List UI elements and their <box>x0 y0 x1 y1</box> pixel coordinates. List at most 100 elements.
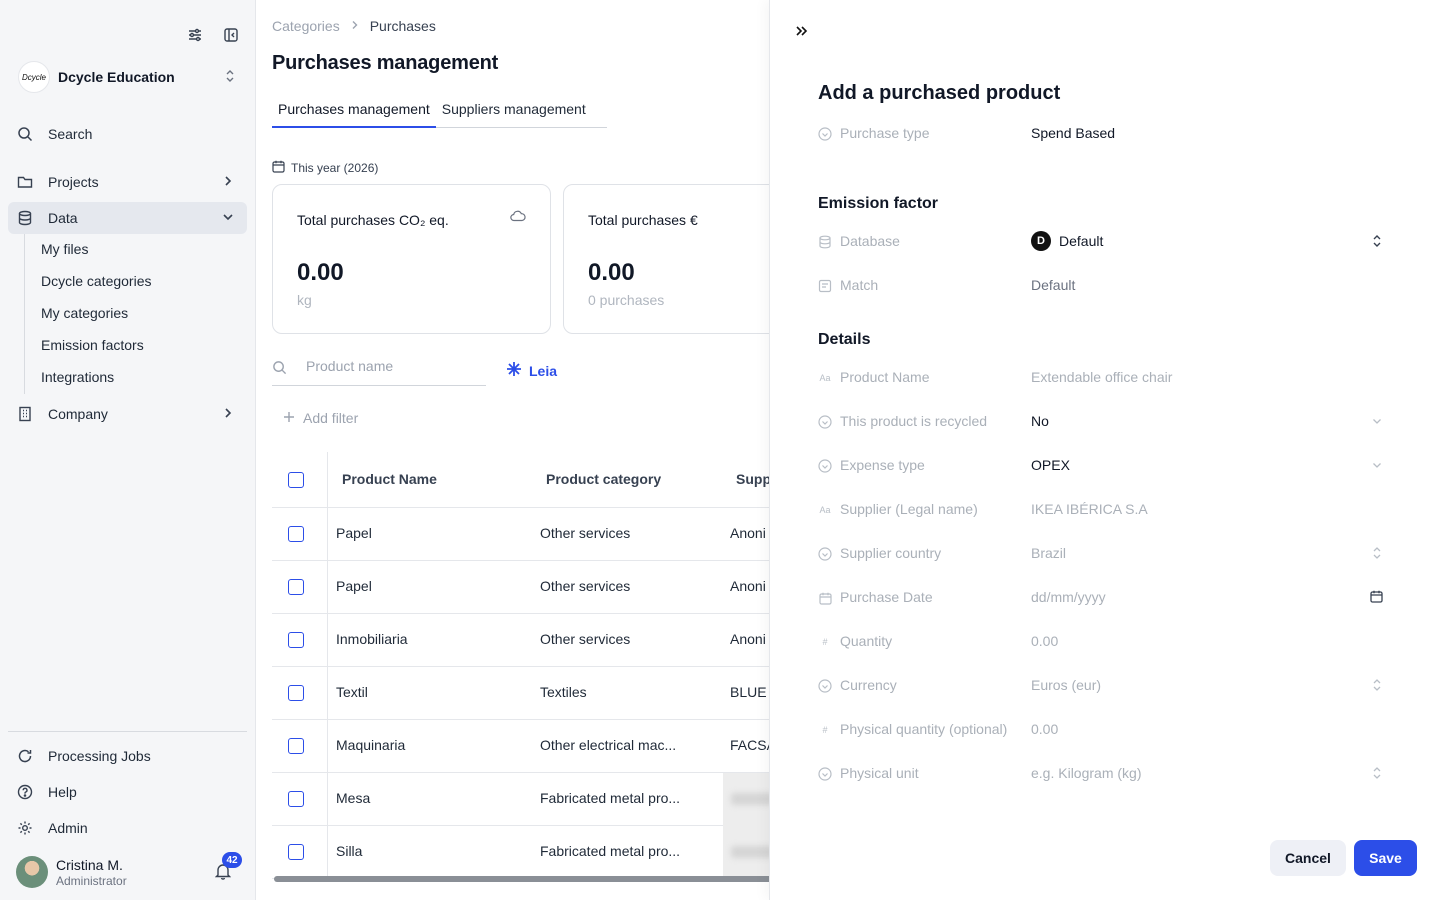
org-switcher[interactable]: Dcycle Dcycle Education <box>18 60 240 94</box>
sidebar-divider <box>8 731 247 732</box>
field-expense-type[interactable]: Expense type OPEX <box>818 456 1383 480</box>
sidebar-item-admin[interactable]: Admin <box>8 812 247 844</box>
sidebar-item-data[interactable]: Data <box>8 202 247 234</box>
match-icon <box>818 279 832 293</box>
field-purchase-date[interactable]: Purchase Date dd/mm/yyyy <box>818 588 1383 612</box>
field-recycled[interactable]: This product is recycled No <box>818 412 1383 436</box>
table-header: Product Name Product category Supp <box>272 452 769 508</box>
column-header-product-name[interactable]: Product Name <box>342 471 437 487</box>
main-content: Categories Purchases Purchases managemen… <box>257 0 769 900</box>
database-select[interactable]: D Default <box>1031 230 1104 251</box>
check-circle-icon <box>818 547 832 561</box>
database-value: Default <box>1059 233 1104 249</box>
leia-star-icon <box>505 360 523 381</box>
currency-select[interactable]: Euros (eur) <box>1031 677 1101 693</box>
cell-supplier-blurred <box>723 773 769 826</box>
sliders-icon[interactable] <box>186 26 204 44</box>
database-icon <box>16 209 34 227</box>
field-supplier-country[interactable]: Supplier country Brazil <box>818 544 1383 568</box>
field-physical-unit[interactable]: Physical unit e.g. Kilogram (kg) <box>818 764 1383 788</box>
tab-purchases-management[interactable]: Purchases management <box>272 98 436 128</box>
tab-suppliers-management[interactable]: Suppliers management <box>436 98 592 128</box>
sidebar-subitem-my-categories[interactable]: My categories <box>41 305 128 321</box>
save-button[interactable]: Save <box>1354 840 1417 876</box>
double-chevron-right-icon[interactable] <box>794 24 808 43</box>
row-checkbox[interactable] <box>288 685 304 701</box>
field-physical-quantity[interactable]: # Physical quantity (optional) 0.00 <box>818 720 1383 744</box>
expense-type-select[interactable]: OPEX <box>1031 457 1070 473</box>
select-all-checkbox[interactable] <box>288 472 304 488</box>
notification-badge: 42 <box>222 852 242 868</box>
field-label: Purchase type <box>840 125 930 141</box>
chevron-right-icon <box>221 174 235 191</box>
sidebar-item-search[interactable]: Search <box>8 118 247 150</box>
field-currency[interactable]: Currency Euros (eur) <box>818 676 1383 700</box>
product-name-input[interactable]: Extendable office chair <box>1031 369 1172 385</box>
row-checkbox[interactable] <box>288 791 304 807</box>
sidebar-item-label: Processing Jobs <box>48 748 151 764</box>
recycled-select[interactable]: No <box>1031 413 1049 429</box>
search-input[interactable] <box>306 358 476 374</box>
physical-unit-select[interactable]: e.g. Kilogram (kg) <box>1031 765 1141 781</box>
purchase-date-input[interactable]: dd/mm/yyyy <box>1031 589 1106 605</box>
add-filter-button[interactable]: Add filter <box>283 410 358 426</box>
sidebar-top-actions <box>186 26 240 44</box>
cancel-button[interactable]: Cancel <box>1270 840 1346 876</box>
quantity-input[interactable]: 0.00 <box>1031 633 1058 649</box>
table-row[interactable]: Maquinaria Other electrical mac... FACSA <box>272 720 769 773</box>
chevron-right-icon <box>350 19 360 33</box>
add-product-drawer: Add a purchased product Purchase type Sp… <box>769 0 1440 900</box>
table-row[interactable]: Mesa Fabricated metal pro... <box>272 773 769 826</box>
field-label: Purchase Date <box>840 589 933 605</box>
check-circle-icon <box>818 459 832 473</box>
calendar-icon[interactable] <box>1370 590 1383 608</box>
field-product-name[interactable]: Aa Product Name Extendable office chair <box>818 368 1383 392</box>
field-database[interactable]: Database D Default <box>818 230 1383 256</box>
period-selector[interactable]: This year (2026) <box>272 160 378 176</box>
physical-quantity-input[interactable]: 0.00 <box>1031 721 1058 737</box>
kpi-card-spend: Total purchases € 0.00 0 purchases <box>563 184 769 334</box>
row-checkbox[interactable] <box>288 738 304 754</box>
check-circle-icon <box>818 415 832 429</box>
field-label: Expense type <box>840 457 925 473</box>
table-row[interactable]: Textil Textiles BLUE <box>272 667 769 720</box>
field-quantity[interactable]: # Quantity 0.00 <box>818 632 1383 656</box>
supplier-input[interactable]: IKEA IBÉRICA S.A <box>1031 501 1148 517</box>
field-supplier[interactable]: Aa Supplier (Legal name) IKEA IBÉRICA S.… <box>818 500 1383 524</box>
row-checkbox[interactable] <box>288 632 304 648</box>
sidebar-item-projects[interactable]: Projects <box>8 166 247 198</box>
leia-button[interactable]: Leia <box>505 360 557 381</box>
gear-icon <box>16 819 34 837</box>
sidebar-item-company[interactable]: Company <box>8 398 247 430</box>
table-row[interactable]: Papel Other services Anoni <box>272 561 769 614</box>
column-header-product-category[interactable]: Product category <box>546 471 661 487</box>
table-row[interactable]: Silla Fabricated metal pro... <box>272 826 769 879</box>
row-checkbox[interactable] <box>288 579 304 595</box>
up-down-chevron-icon <box>224 69 236 88</box>
row-checkbox[interactable] <box>288 526 304 542</box>
cell-product-category: Other services <box>540 631 631 647</box>
supplier-country-select[interactable]: Brazil <box>1031 545 1066 561</box>
horizontal-scrollbar[interactable] <box>274 876 769 882</box>
breadcrumb-categories[interactable]: Categories <box>272 18 340 34</box>
field-label: Currency <box>840 677 897 693</box>
sidebar-item-processing-jobs[interactable]: Processing Jobs <box>8 740 247 772</box>
row-checkbox[interactable] <box>288 844 304 860</box>
chevron-down-icon <box>1371 414 1383 432</box>
kpi-value: 0.00 <box>297 259 344 286</box>
up-down-chevron-icon <box>1371 678 1383 697</box>
table-row[interactable]: Inmobiliaria Other services Anoni <box>272 614 769 667</box>
refresh-icon <box>16 747 34 765</box>
sidebar-subitem-integrations[interactable]: Integrations <box>41 369 114 385</box>
table-row[interactable]: Papel Other services Anoni <box>272 508 769 561</box>
search-icon <box>16 125 34 143</box>
sidebar-subitem-my-files[interactable]: My files <box>41 241 88 257</box>
collapse-sidebar-icon[interactable] <box>222 26 240 44</box>
sidebar-item-help[interactable]: Help <box>8 776 247 808</box>
sidebar-subitem-dcycle-categories[interactable]: Dcycle categories <box>41 273 152 289</box>
submenu-guide-line <box>24 234 25 394</box>
column-header-supplier[interactable]: Supp <box>736 471 769 487</box>
user-profile[interactable]: Cristina M. Administrator 42 <box>16 852 246 890</box>
sidebar-subitem-emission-factors[interactable]: Emission factors <box>41 337 144 353</box>
folder-icon <box>16 173 34 191</box>
